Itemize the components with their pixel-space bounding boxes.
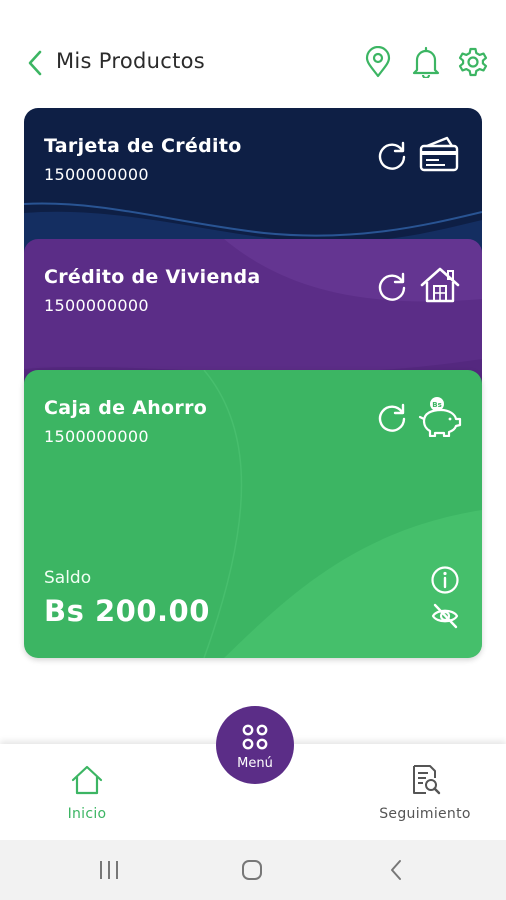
apps-grid-icon — [242, 724, 268, 750]
location-pin-icon — [365, 46, 391, 78]
refresh-button[interactable] — [374, 269, 410, 305]
refresh-button[interactable] — [374, 400, 410, 436]
card-number: 1500000000 — [44, 427, 149, 446]
info-icon — [431, 566, 459, 594]
refresh-icon — [378, 403, 406, 432]
card-name: Crédito de Vivienda — [44, 266, 261, 288]
home-icon — [242, 860, 262, 880]
refresh-button[interactable] — [374, 138, 410, 174]
back-button[interactable] — [22, 50, 48, 76]
recents-icon — [100, 861, 118, 879]
system-recents-button[interactable] — [89, 854, 129, 886]
system-back-button[interactable] — [376, 854, 416, 886]
credit-card-icon — [418, 132, 462, 176]
card-name: Caja de Ahorro — [44, 397, 208, 419]
system-navigation-bar — [0, 840, 506, 900]
app-header: Mis Productos — [0, 38, 506, 88]
card-name: Tarjeta de Crédito — [44, 135, 242, 157]
document-search-icon — [413, 765, 441, 795]
balance-value: Bs 200.00 — [44, 594, 210, 628]
back-icon — [28, 50, 42, 76]
system-home-button[interactable] — [232, 854, 272, 886]
house-icon — [418, 263, 462, 307]
settings-button[interactable] — [457, 46, 489, 78]
home-icon — [71, 765, 103, 795]
notifications-button[interactable] — [410, 46, 442, 78]
nav-label-tracking: Seguimiento — [379, 806, 471, 822]
page-title: Mis Productos — [56, 49, 205, 73]
menu-label: Menú — [237, 756, 273, 771]
card-number: 1500000000 — [44, 165, 149, 184]
refresh-icon — [378, 272, 406, 301]
back-icon — [391, 860, 401, 880]
info-button[interactable] — [428, 563, 462, 597]
nav-label-home: Inicio — [67, 806, 107, 822]
hide-balance-button[interactable] — [428, 599, 462, 633]
svg-text:Bs: Bs — [432, 401, 442, 409]
nav-item-home[interactable]: Inicio — [27, 762, 147, 832]
nav-item-tracking[interactable]: Seguimiento — [365, 762, 485, 832]
refresh-icon — [378, 141, 406, 170]
bell-icon — [412, 46, 440, 78]
card-number: 1500000000 — [44, 296, 149, 315]
gear-icon — [458, 47, 488, 77]
eye-off-icon — [431, 603, 459, 629]
piggy-bank-icon: Bs — [418, 394, 462, 438]
balance-label: Saldo — [44, 568, 92, 588]
menu-button[interactable]: Menú — [216, 706, 294, 784]
product-card-savings[interactable]: Caja de Ahorro 1500000000 Bs Saldo Bs 20… — [24, 370, 482, 658]
location-button[interactable] — [362, 46, 394, 78]
